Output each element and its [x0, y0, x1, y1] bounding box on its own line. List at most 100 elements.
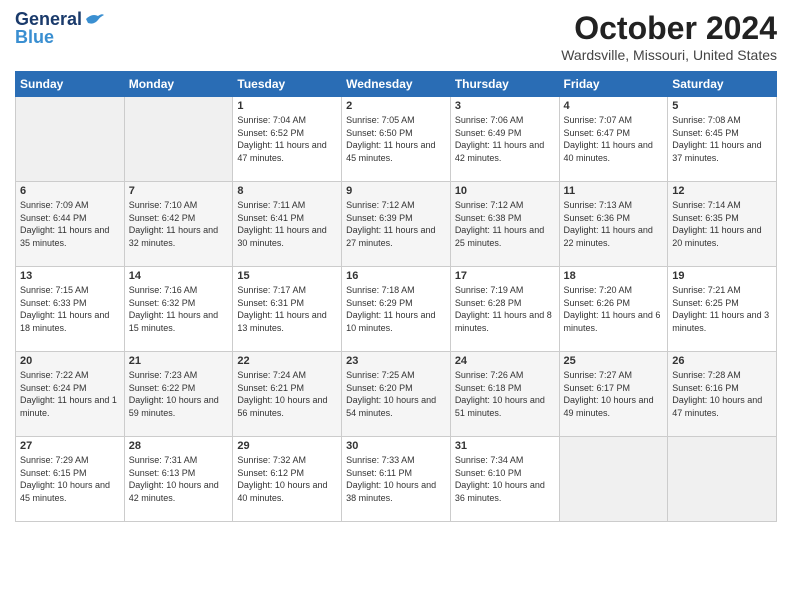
- page-container: General Blue October 2024 Wardsville, Mi…: [0, 0, 792, 532]
- calendar-day-header: Sunday: [16, 72, 125, 97]
- calendar-day-header: Monday: [124, 72, 233, 97]
- day-number: 3: [455, 100, 555, 112]
- day-number: 25: [564, 355, 664, 367]
- day-number: 17: [455, 270, 555, 282]
- calendar-cell: 24 Sunrise: 7:26 AMSunset: 6:18 PMDaylig…: [450, 352, 559, 437]
- calendar-cell: 5 Sunrise: 7:08 AMSunset: 6:45 PMDayligh…: [668, 97, 777, 182]
- day-number: 7: [129, 185, 229, 197]
- cell-text: Sunrise: 7:09 AMSunset: 6:44 PMDaylight:…: [20, 200, 109, 248]
- calendar-cell: [668, 437, 777, 522]
- day-number: 19: [672, 270, 772, 282]
- calendar-cell: 20 Sunrise: 7:22 AMSunset: 6:24 PMDaylig…: [16, 352, 125, 437]
- day-number: 8: [237, 185, 337, 197]
- calendar-cell: 25 Sunrise: 7:27 AMSunset: 6:17 PMDaylig…: [559, 352, 668, 437]
- calendar-cell: 14 Sunrise: 7:16 AMSunset: 6:32 PMDaylig…: [124, 267, 233, 352]
- day-number: 9: [346, 185, 446, 197]
- cell-text: Sunrise: 7:12 AMSunset: 6:39 PMDaylight:…: [346, 200, 435, 248]
- cell-text: Sunrise: 7:29 AMSunset: 6:15 PMDaylight:…: [20, 455, 110, 503]
- cell-text: Sunrise: 7:25 AMSunset: 6:20 PMDaylight:…: [346, 370, 436, 418]
- logo-bird-icon: [84, 11, 104, 27]
- day-number: 11: [564, 185, 664, 197]
- cell-text: Sunrise: 7:07 AMSunset: 6:47 PMDaylight:…: [564, 115, 653, 163]
- cell-text: Sunrise: 7:06 AMSunset: 6:49 PMDaylight:…: [455, 115, 544, 163]
- cell-text: Sunrise: 7:15 AMSunset: 6:33 PMDaylight:…: [20, 285, 109, 333]
- cell-text: Sunrise: 7:05 AMSunset: 6:50 PMDaylight:…: [346, 115, 435, 163]
- calendar-cell: 3 Sunrise: 7:06 AMSunset: 6:49 PMDayligh…: [450, 97, 559, 182]
- calendar-body: 1 Sunrise: 7:04 AMSunset: 6:52 PMDayligh…: [16, 97, 777, 522]
- title-area: October 2024 Wardsville, Missouri, Unite…: [561, 10, 777, 63]
- calendar-cell: 19 Sunrise: 7:21 AMSunset: 6:25 PMDaylig…: [668, 267, 777, 352]
- calendar-cell: 27 Sunrise: 7:29 AMSunset: 6:15 PMDaylig…: [16, 437, 125, 522]
- calendar-cell: 17 Sunrise: 7:19 AMSunset: 6:28 PMDaylig…: [450, 267, 559, 352]
- calendar-week-row: 13 Sunrise: 7:15 AMSunset: 6:33 PMDaylig…: [16, 267, 777, 352]
- day-number: 23: [346, 355, 446, 367]
- calendar-cell: 6 Sunrise: 7:09 AMSunset: 6:44 PMDayligh…: [16, 182, 125, 267]
- cell-text: Sunrise: 7:27 AMSunset: 6:17 PMDaylight:…: [564, 370, 654, 418]
- day-number: 6: [20, 185, 120, 197]
- day-number: 28: [129, 440, 229, 452]
- calendar-cell: 1 Sunrise: 7:04 AMSunset: 6:52 PMDayligh…: [233, 97, 342, 182]
- day-number: 5: [672, 100, 772, 112]
- calendar-cell: 2 Sunrise: 7:05 AMSunset: 6:50 PMDayligh…: [342, 97, 451, 182]
- cell-text: Sunrise: 7:08 AMSunset: 6:45 PMDaylight:…: [672, 115, 761, 163]
- cell-text: Sunrise: 7:04 AMSunset: 6:52 PMDaylight:…: [237, 115, 326, 163]
- calendar-cell: 29 Sunrise: 7:32 AMSunset: 6:12 PMDaylig…: [233, 437, 342, 522]
- calendar-cell: 31 Sunrise: 7:34 AMSunset: 6:10 PMDaylig…: [450, 437, 559, 522]
- cell-text: Sunrise: 7:16 AMSunset: 6:32 PMDaylight:…: [129, 285, 218, 333]
- day-number: 20: [20, 355, 120, 367]
- calendar-day-header: Friday: [559, 72, 668, 97]
- calendar-cell: 9 Sunrise: 7:12 AMSunset: 6:39 PMDayligh…: [342, 182, 451, 267]
- calendar-table: SundayMondayTuesdayWednesdayThursdayFrid…: [15, 71, 777, 522]
- calendar-cell: 12 Sunrise: 7:14 AMSunset: 6:35 PMDaylig…: [668, 182, 777, 267]
- day-number: 15: [237, 270, 337, 282]
- calendar-cell: 26 Sunrise: 7:28 AMSunset: 6:16 PMDaylig…: [668, 352, 777, 437]
- cell-text: Sunrise: 7:10 AMSunset: 6:42 PMDaylight:…: [129, 200, 218, 248]
- cell-text: Sunrise: 7:14 AMSunset: 6:35 PMDaylight:…: [672, 200, 761, 248]
- calendar-cell: 16 Sunrise: 7:18 AMSunset: 6:29 PMDaylig…: [342, 267, 451, 352]
- logo-general: General: [15, 10, 82, 28]
- calendar-cell: 7 Sunrise: 7:10 AMSunset: 6:42 PMDayligh…: [124, 182, 233, 267]
- cell-text: Sunrise: 7:34 AMSunset: 6:10 PMDaylight:…: [455, 455, 545, 503]
- day-number: 26: [672, 355, 772, 367]
- day-number: 14: [129, 270, 229, 282]
- cell-text: Sunrise: 7:20 AMSunset: 6:26 PMDaylight:…: [564, 285, 661, 333]
- calendar-cell: 13 Sunrise: 7:15 AMSunset: 6:33 PMDaylig…: [16, 267, 125, 352]
- cell-text: Sunrise: 7:18 AMSunset: 6:29 PMDaylight:…: [346, 285, 435, 333]
- day-number: 13: [20, 270, 120, 282]
- calendar-cell: 18 Sunrise: 7:20 AMSunset: 6:26 PMDaylig…: [559, 267, 668, 352]
- day-number: 12: [672, 185, 772, 197]
- calendar-cell: [124, 97, 233, 182]
- day-number: 24: [455, 355, 555, 367]
- cell-text: Sunrise: 7:17 AMSunset: 6:31 PMDaylight:…: [237, 285, 326, 333]
- day-number: 22: [237, 355, 337, 367]
- calendar-week-row: 1 Sunrise: 7:04 AMSunset: 6:52 PMDayligh…: [16, 97, 777, 182]
- cell-text: Sunrise: 7:11 AMSunset: 6:41 PMDaylight:…: [237, 200, 326, 248]
- calendar-cell: 22 Sunrise: 7:24 AMSunset: 6:21 PMDaylig…: [233, 352, 342, 437]
- cell-text: Sunrise: 7:26 AMSunset: 6:18 PMDaylight:…: [455, 370, 545, 418]
- calendar-cell: 30 Sunrise: 7:33 AMSunset: 6:11 PMDaylig…: [342, 437, 451, 522]
- cell-text: Sunrise: 7:13 AMSunset: 6:36 PMDaylight:…: [564, 200, 653, 248]
- day-number: 27: [20, 440, 120, 452]
- day-number: 31: [455, 440, 555, 452]
- calendar-day-header: Tuesday: [233, 72, 342, 97]
- calendar-week-row: 6 Sunrise: 7:09 AMSunset: 6:44 PMDayligh…: [16, 182, 777, 267]
- cell-text: Sunrise: 7:31 AMSunset: 6:13 PMDaylight:…: [129, 455, 219, 503]
- calendar-cell: 10 Sunrise: 7:12 AMSunset: 6:38 PMDaylig…: [450, 182, 559, 267]
- day-number: 10: [455, 185, 555, 197]
- header: General Blue October 2024 Wardsville, Mi…: [15, 10, 777, 63]
- calendar-cell: 28 Sunrise: 7:31 AMSunset: 6:13 PMDaylig…: [124, 437, 233, 522]
- day-number: 1: [237, 100, 337, 112]
- day-number: 30: [346, 440, 446, 452]
- calendar-cell: 15 Sunrise: 7:17 AMSunset: 6:31 PMDaylig…: [233, 267, 342, 352]
- day-number: 16: [346, 270, 446, 282]
- calendar-header-row: SundayMondayTuesdayWednesdayThursdayFrid…: [16, 72, 777, 97]
- day-number: 2: [346, 100, 446, 112]
- day-number: 21: [129, 355, 229, 367]
- cell-text: Sunrise: 7:22 AMSunset: 6:24 PMDaylight:…: [20, 370, 117, 418]
- calendar-cell: 23 Sunrise: 7:25 AMSunset: 6:20 PMDaylig…: [342, 352, 451, 437]
- cell-text: Sunrise: 7:24 AMSunset: 6:21 PMDaylight:…: [237, 370, 327, 418]
- calendar-day-header: Saturday: [668, 72, 777, 97]
- calendar-day-header: Thursday: [450, 72, 559, 97]
- calendar-cell: 11 Sunrise: 7:13 AMSunset: 6:36 PMDaylig…: [559, 182, 668, 267]
- cell-text: Sunrise: 7:23 AMSunset: 6:22 PMDaylight:…: [129, 370, 219, 418]
